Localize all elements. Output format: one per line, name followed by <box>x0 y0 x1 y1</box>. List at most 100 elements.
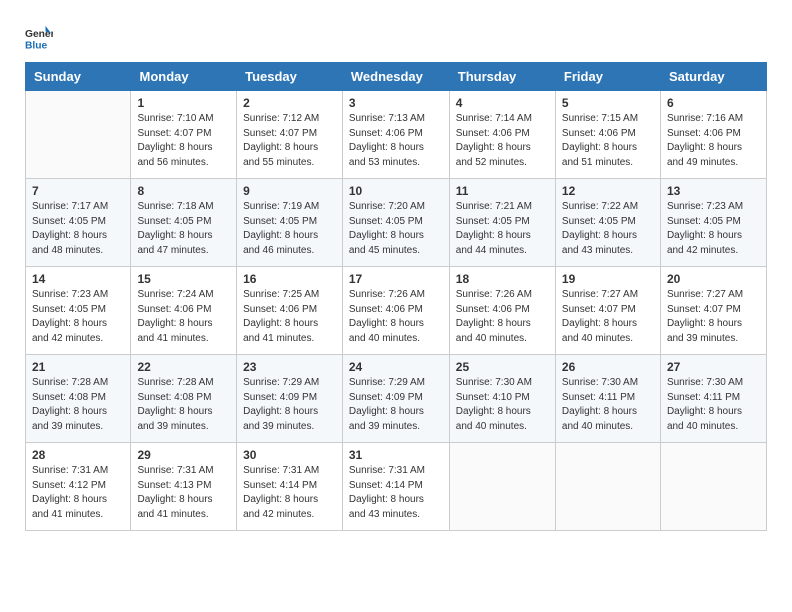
calendar-cell: 28 Sunrise: 7:31 AMSunset: 4:12 PMDaylig… <box>26 443 131 531</box>
day-info: Sunrise: 7:30 AMSunset: 4:11 PMDaylight:… <box>667 377 743 432</box>
day-info: Sunrise: 7:29 AMSunset: 4:09 PMDaylight:… <box>243 377 319 432</box>
day-number: 22 <box>137 360 230 374</box>
weekday-header-wednesday: Wednesday <box>342 63 449 91</box>
weekday-header-thursday: Thursday <box>449 63 555 91</box>
calendar-week-row: 28 Sunrise: 7:31 AMSunset: 4:12 PMDaylig… <box>26 443 767 531</box>
day-number: 25 <box>456 360 549 374</box>
page: General Blue SundayMondayTuesdayWednesda… <box>0 0 792 612</box>
day-number: 10 <box>349 184 443 198</box>
calendar-cell: 7 Sunrise: 7:17 AMSunset: 4:05 PMDayligh… <box>26 179 131 267</box>
weekday-header-row: SundayMondayTuesdayWednesdayThursdayFrid… <box>26 63 767 91</box>
calendar-week-row: 1 Sunrise: 7:10 AMSunset: 4:07 PMDayligh… <box>26 91 767 179</box>
weekday-header-friday: Friday <box>555 63 660 91</box>
calendar-week-row: 14 Sunrise: 7:23 AMSunset: 4:05 PMDaylig… <box>26 267 767 355</box>
day-info: Sunrise: 7:31 AMSunset: 4:14 PMDaylight:… <box>349 465 425 520</box>
weekday-header-saturday: Saturday <box>660 63 766 91</box>
day-info: Sunrise: 7:31 AMSunset: 4:12 PMDaylight:… <box>32 465 108 520</box>
day-info: Sunrise: 7:12 AMSunset: 4:07 PMDaylight:… <box>243 113 319 168</box>
day-info: Sunrise: 7:31 AMSunset: 4:13 PMDaylight:… <box>137 465 213 520</box>
calendar-week-row: 21 Sunrise: 7:28 AMSunset: 4:08 PMDaylig… <box>26 355 767 443</box>
calendar-cell: 22 Sunrise: 7:28 AMSunset: 4:08 PMDaylig… <box>131 355 237 443</box>
calendar-cell: 24 Sunrise: 7:29 AMSunset: 4:09 PMDaylig… <box>342 355 449 443</box>
calendar-cell: 29 Sunrise: 7:31 AMSunset: 4:13 PMDaylig… <box>131 443 237 531</box>
day-info: Sunrise: 7:27 AMSunset: 4:07 PMDaylight:… <box>667 289 743 344</box>
day-info: Sunrise: 7:24 AMSunset: 4:06 PMDaylight:… <box>137 289 213 344</box>
day-info: Sunrise: 7:22 AMSunset: 4:05 PMDaylight:… <box>562 201 638 256</box>
logo-icon: General Blue <box>25 24 53 52</box>
day-number: 12 <box>562 184 654 198</box>
calendar-cell: 1 Sunrise: 7:10 AMSunset: 4:07 PMDayligh… <box>131 91 237 179</box>
day-number: 26 <box>562 360 654 374</box>
day-info: Sunrise: 7:31 AMSunset: 4:14 PMDaylight:… <box>243 465 319 520</box>
day-info: Sunrise: 7:28 AMSunset: 4:08 PMDaylight:… <box>137 377 213 432</box>
day-info: Sunrise: 7:20 AMSunset: 4:05 PMDaylight:… <box>349 201 425 256</box>
weekday-header-sunday: Sunday <box>26 63 131 91</box>
day-number: 11 <box>456 184 549 198</box>
calendar-table: SundayMondayTuesdayWednesdayThursdayFrid… <box>25 62 767 531</box>
day-number: 16 <box>243 272 336 286</box>
day-info: Sunrise: 7:19 AMSunset: 4:05 PMDaylight:… <box>243 201 319 256</box>
day-info: Sunrise: 7:23 AMSunset: 4:05 PMDaylight:… <box>32 289 108 344</box>
day-number: 19 <box>562 272 654 286</box>
day-info: Sunrise: 7:30 AMSunset: 4:10 PMDaylight:… <box>456 377 532 432</box>
day-info: Sunrise: 7:29 AMSunset: 4:09 PMDaylight:… <box>349 377 425 432</box>
calendar-cell: 30 Sunrise: 7:31 AMSunset: 4:14 PMDaylig… <box>237 443 343 531</box>
day-number: 1 <box>137 96 230 110</box>
calendar-cell: 27 Sunrise: 7:30 AMSunset: 4:11 PMDaylig… <box>660 355 766 443</box>
day-number: 18 <box>456 272 549 286</box>
day-number: 15 <box>137 272 230 286</box>
day-info: Sunrise: 7:27 AMSunset: 4:07 PMDaylight:… <box>562 289 638 344</box>
day-number: 17 <box>349 272 443 286</box>
day-info: Sunrise: 7:21 AMSunset: 4:05 PMDaylight:… <box>456 201 532 256</box>
calendar-cell: 15 Sunrise: 7:24 AMSunset: 4:06 PMDaylig… <box>131 267 237 355</box>
day-info: Sunrise: 7:13 AMSunset: 4:06 PMDaylight:… <box>349 113 425 168</box>
calendar-cell: 6 Sunrise: 7:16 AMSunset: 4:06 PMDayligh… <box>660 91 766 179</box>
calendar-cell: 21 Sunrise: 7:28 AMSunset: 4:08 PMDaylig… <box>26 355 131 443</box>
day-number: 6 <box>667 96 760 110</box>
day-info: Sunrise: 7:30 AMSunset: 4:11 PMDaylight:… <box>562 377 638 432</box>
calendar-cell: 9 Sunrise: 7:19 AMSunset: 4:05 PMDayligh… <box>237 179 343 267</box>
day-info: Sunrise: 7:16 AMSunset: 4:06 PMDaylight:… <box>667 113 743 168</box>
day-info: Sunrise: 7:10 AMSunset: 4:07 PMDaylight:… <box>137 113 213 168</box>
day-number: 23 <box>243 360 336 374</box>
calendar-cell: 12 Sunrise: 7:22 AMSunset: 4:05 PMDaylig… <box>555 179 660 267</box>
day-number: 14 <box>32 272 124 286</box>
calendar-cell: 17 Sunrise: 7:26 AMSunset: 4:06 PMDaylig… <box>342 267 449 355</box>
day-number: 30 <box>243 448 336 462</box>
logo: General Blue <box>25 24 55 52</box>
day-number: 20 <box>667 272 760 286</box>
day-number: 31 <box>349 448 443 462</box>
calendar-cell: 3 Sunrise: 7:13 AMSunset: 4:06 PMDayligh… <box>342 91 449 179</box>
calendar-cell <box>555 443 660 531</box>
day-number: 3 <box>349 96 443 110</box>
day-number: 28 <box>32 448 124 462</box>
day-info: Sunrise: 7:17 AMSunset: 4:05 PMDaylight:… <box>32 201 108 256</box>
day-number: 27 <box>667 360 760 374</box>
weekday-header-tuesday: Tuesday <box>237 63 343 91</box>
calendar-cell: 10 Sunrise: 7:20 AMSunset: 4:05 PMDaylig… <box>342 179 449 267</box>
day-number: 2 <box>243 96 336 110</box>
day-number: 8 <box>137 184 230 198</box>
calendar-cell: 19 Sunrise: 7:27 AMSunset: 4:07 PMDaylig… <box>555 267 660 355</box>
day-number: 7 <box>32 184 124 198</box>
day-info: Sunrise: 7:26 AMSunset: 4:06 PMDaylight:… <box>456 289 532 344</box>
day-number: 21 <box>32 360 124 374</box>
calendar-cell: 5 Sunrise: 7:15 AMSunset: 4:06 PMDayligh… <box>555 91 660 179</box>
calendar-cell: 4 Sunrise: 7:14 AMSunset: 4:06 PMDayligh… <box>449 91 555 179</box>
day-info: Sunrise: 7:25 AMSunset: 4:06 PMDaylight:… <box>243 289 319 344</box>
day-number: 4 <box>456 96 549 110</box>
day-info: Sunrise: 7:14 AMSunset: 4:06 PMDaylight:… <box>456 113 532 168</box>
weekday-header-monday: Monday <box>131 63 237 91</box>
calendar-cell: 25 Sunrise: 7:30 AMSunset: 4:10 PMDaylig… <box>449 355 555 443</box>
day-info: Sunrise: 7:26 AMSunset: 4:06 PMDaylight:… <box>349 289 425 344</box>
calendar-cell: 18 Sunrise: 7:26 AMSunset: 4:06 PMDaylig… <box>449 267 555 355</box>
day-info: Sunrise: 7:15 AMSunset: 4:06 PMDaylight:… <box>562 113 638 168</box>
day-number: 9 <box>243 184 336 198</box>
calendar-cell: 14 Sunrise: 7:23 AMSunset: 4:05 PMDaylig… <box>26 267 131 355</box>
day-number: 5 <box>562 96 654 110</box>
header: General Blue <box>25 20 767 52</box>
calendar-cell: 13 Sunrise: 7:23 AMSunset: 4:05 PMDaylig… <box>660 179 766 267</box>
calendar-cell: 26 Sunrise: 7:30 AMSunset: 4:11 PMDaylig… <box>555 355 660 443</box>
day-number: 29 <box>137 448 230 462</box>
calendar-cell: 2 Sunrise: 7:12 AMSunset: 4:07 PMDayligh… <box>237 91 343 179</box>
